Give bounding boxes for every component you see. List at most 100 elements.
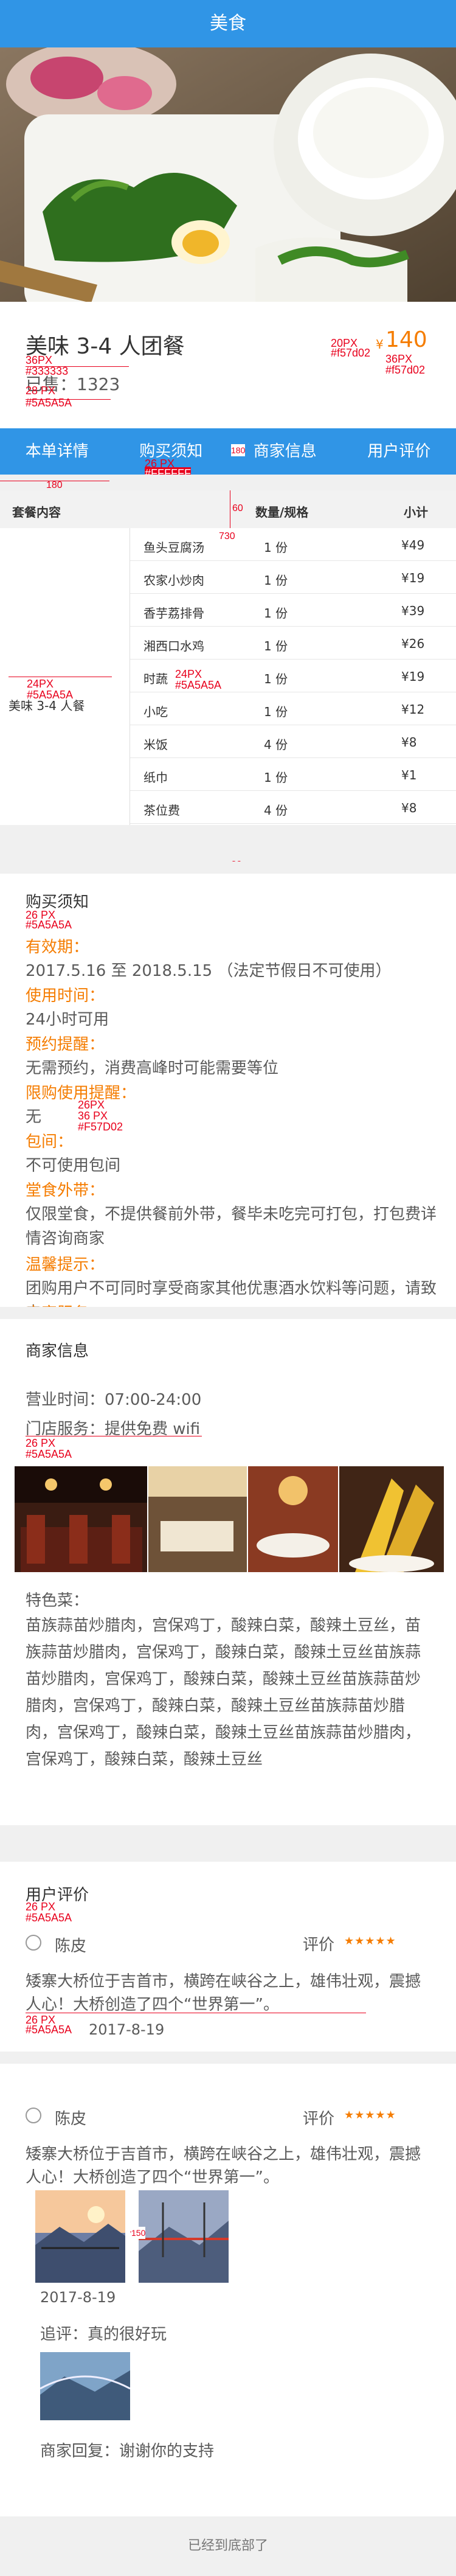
navbar-title: 美食 [210,13,246,34]
item-price: ¥8 [401,735,417,750]
item-price: ¥26 [401,636,425,651]
food-photo [0,47,456,302]
merchant-title: 商家信息 [26,1342,89,1360]
review-text: 矮寨大桥位于吉首市，横跨在峡谷之上，雄伟壮观，震撼人心！大桥创造了四个“世界第一… [26,1972,421,2014]
item-name: 鱼头豆腐汤 [143,540,204,555]
anno-line [26,366,129,367]
notice-value: 24小时可用 [26,1011,109,1029]
item-qty: 1 份 [264,606,288,621]
bottom-reached: 已经到底部了 [0,2516,456,2576]
feature-label: 特色菜： [26,1592,89,1610]
spacer [0,1825,456,1862]
item-qty: 4 份 [264,803,288,818]
tab-detail[interactable]: 本单详情 [0,428,114,475]
item-name: 湘西口水鸡 [143,639,204,653]
merchant-reply: 商家回复：谢谢你的支持 [40,2442,215,2460]
navbar: 美食 [0,0,456,47]
merchant-hours: 营业时间：07:00-24:00 [26,1391,202,1409]
anno-review-size: 26 PX [26,1901,56,1913]
item-name: 米饭 [143,737,168,752]
notice-label: 堂食外带： [26,1182,105,1200]
anno-notice-color: #5A5A5A [26,919,72,931]
table-row [130,823,456,824]
review-photo[interactable] [35,2190,125,2283]
review-followup: 追评：真的很好玩 [40,2325,167,2344]
table-row [130,626,456,627]
item-qty: 1 份 [264,705,288,719]
anno-cell2-color: #5A5A5A [175,679,222,691]
item-qty: 1 份 [264,573,288,588]
review-stars: ★★★★★ [344,2109,396,2122]
header-qty: 数量/规格 [255,505,309,520]
anno-sold-size: 28 PX [26,385,56,397]
detail-tabs: 本单详情 购买须知 商家信息 用户评价 [0,428,456,475]
header-subtotal: 小计 [404,505,428,520]
anno-notice2-label: 36 PX [78,1110,108,1122]
item-name: 茶位费 [143,803,180,818]
review-user: 陈皮 [55,2110,87,2128]
user-avatar-icon [26,2108,41,2123]
notice-label: 温馨提示： [26,1256,105,1274]
table-row [130,757,456,758]
item-qty: 1 份 [264,639,288,653]
price-symbol: ¥ [376,337,384,352]
notice-label: 包间： [26,1133,74,1151]
item-price: ¥39 [401,604,425,618]
product-info: 美味 3-4 人团餐 已售：1323 ¥ 140 36PX #333333 28… [0,302,456,428]
followup-photo[interactable] [40,2352,130,2420]
anno-review-color: #5A5A5A [26,1912,72,1924]
item-price: ¥1 [401,768,417,782]
restaurant-photos [15,1466,444,1572]
package-table: 套餐内容 数量/规格 小计 60 730 美味 3-4 人餐 24PX #5A5… [0,490,456,825]
spacer [0,475,456,490]
header-content: 套餐内容 [12,505,61,520]
page: 美食 美味 3-4 人团餐 已售：1323 ¥ 140 36PX #333333… [0,0,456,2576]
anno-img-width: 150 [131,2227,146,2239]
anno-cell-size: 24PX [27,678,54,690]
reviews-section: 用户评价 26 PX #5A5A5A 陈皮 评价 ★★★★★ 矮寨大桥位于吉首市… [0,1862,456,2516]
review-user: 陈皮 [55,1937,87,1955]
item-price: ¥12 [401,702,425,717]
review-date: 2017-8-19 [40,2289,116,2306]
anno-sold-color: #5A5A5A [26,397,72,409]
anno-merchant-size: 26 PX [26,1437,56,1449]
anno-notice2-size: 26PX [78,1099,105,1111]
notice-value: 2017.5.16 至 2018.5.15 （法定节假日不可使用） [26,962,392,980]
item-qty: 4 份 [264,737,288,752]
review-date: 2017-8-19 [89,2021,165,2038]
tab-user-reviews[interactable]: 用户评价 [342,428,456,475]
notice-value: 无需预约，消费高峰时可能需要等位 [26,1059,279,1077]
review-photo[interactable] [139,2190,229,2283]
table-header: 套餐内容 数量/规格 小计 [0,490,456,528]
purchase-notice-section: 购买须知 26 PX #5A5A5A 有效期： 2017.5.16 至 2018.… [0,874,456,1346]
anno-review-text-color: #5A5A5A [26,2024,72,2036]
item-qty: 1 份 [264,540,288,555]
item-name: 小吃 [143,705,168,719]
notice-label: 使用时间： [26,987,105,1005]
item-qty: 1 份 [264,672,288,686]
footer-text: 已经到底部了 [187,2538,268,2553]
price-value: 140 [385,327,427,352]
review-rating-label: 评价 [303,2110,335,2128]
spacer [0,862,456,874]
anno-merchant-color: #5A5A5A [26,1448,72,1460]
feature-text: 苗族蒜苗炒腊肉，宫保鸡丁，酸辣白菜，酸辣土豆丝，苗族蒜苗炒腊肉，宫保鸡丁，酸辣白… [26,1617,421,1769]
table-row [130,790,456,791]
anno-cell-color: #5A5A5A [27,689,74,701]
item-name: 农家小炒肉 [143,573,204,588]
anno-table-width: 730 [219,531,235,541]
item-name: 香芋荔排骨 [143,606,204,621]
anno-title-color: #333333 [26,365,69,377]
anno-notice2-color: #F57D02 [78,1121,123,1133]
user-avatar-icon [26,1935,41,1951]
item-price: ¥19 [401,571,425,585]
review-stars: ★★★★★ [344,1935,396,1948]
merchant-section: 商家信息 营业时间：07:00-24:00 门店服务：提供免费 wifi 26 … [0,1319,456,1825]
notice-value: 仅限堂食，不提供餐前外带，餐毕未吃完可打包，打包费详情咨询商家 [26,1205,437,1248]
anno-price-size: 36PX [385,353,413,365]
anno-tab-gap: 180 [231,444,246,456]
item-name: 纸巾 [143,770,168,785]
item-price: ¥49 [401,538,425,552]
hero-food-image [0,47,456,302]
anno-price-sym-color: #f57d02 [331,347,371,359]
